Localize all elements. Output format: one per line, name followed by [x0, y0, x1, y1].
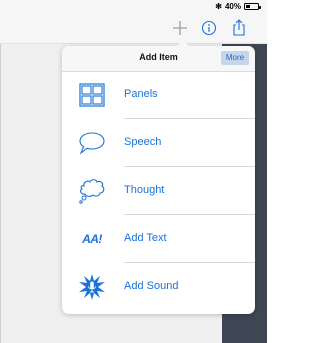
- text-icon: AA!: [78, 225, 106, 253]
- speech-bubble-icon: [78, 129, 106, 157]
- text-icon-glyph: AA!: [82, 232, 102, 246]
- add-item-popover: Add Item More Panels Speech Thought AA! …: [62, 40, 255, 314]
- thought-bubble-icon: [78, 177, 106, 205]
- menu-item-add-sound[interactable]: Add Sound: [62, 263, 255, 311]
- battery-fill: [246, 5, 250, 8]
- bluetooth-icon: ✻: [215, 2, 222, 11]
- info-icon[interactable]: [198, 13, 220, 43]
- plus-icon[interactable]: [169, 13, 191, 43]
- menu-item-label: Add Text: [124, 232, 167, 244]
- add-item-list: Panels Speech Thought AA! Add Text Add S…: [62, 71, 255, 311]
- menu-item-panels[interactable]: Panels: [62, 71, 255, 119]
- popover-header: Add Item More: [62, 46, 255, 72]
- status-indicators: ✻ 40%: [215, 1, 261, 12]
- menu-item-thought[interactable]: Thought: [62, 167, 255, 215]
- panels-icon: [78, 81, 106, 109]
- menu-item-speech[interactable]: Speech: [62, 119, 255, 167]
- menu-item-label: Speech: [124, 136, 162, 148]
- menu-item-label: Thought: [124, 184, 165, 196]
- more-button[interactable]: More: [221, 51, 249, 65]
- battery-percent: 40%: [224, 2, 241, 11]
- page-edge: [0, 44, 1, 343]
- menu-item-label: Panels: [124, 88, 158, 100]
- share-icon[interactable]: [228, 13, 250, 43]
- menu-item-add-text[interactable]: AA! Add Text: [62, 215, 255, 263]
- status-bar: ✻ 40%: [0, 0, 267, 13]
- battery-tip: [259, 5, 261, 9]
- menu-item-label: Add Sound: [124, 280, 179, 292]
- toolbar: [0, 13, 267, 44]
- sound-burst-icon: [78, 273, 106, 301]
- battery-icon: [244, 3, 261, 10]
